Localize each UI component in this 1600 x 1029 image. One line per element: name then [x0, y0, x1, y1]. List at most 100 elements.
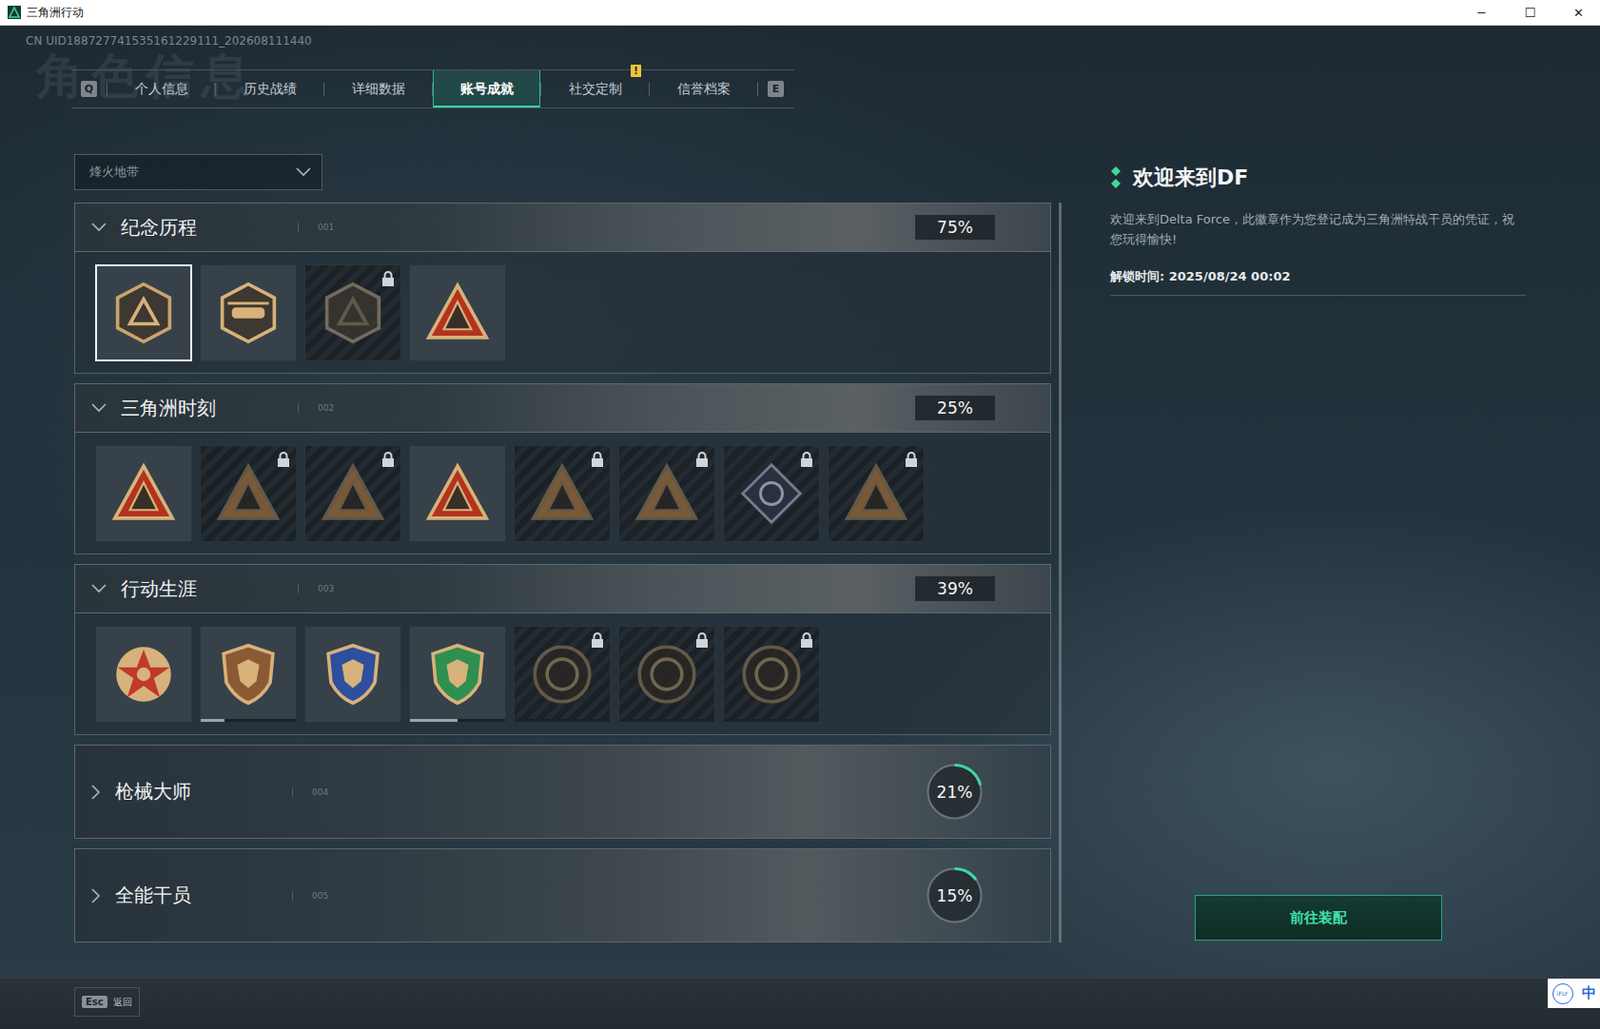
section-header[interactable]: 纪念历程00175% [74, 202, 1052, 253]
back-button[interactable]: Esc返回 [74, 987, 140, 1017]
section-percent: 25% [915, 395, 996, 421]
tab-bar: Q 个人信息历史战绩详细数据账号成就社交定制!信誉档案 E [71, 69, 795, 109]
badge-tile[interactable] [409, 625, 507, 723]
badge-tile[interactable] [304, 264, 402, 362]
lock-mark [800, 632, 814, 648]
lock-mark [800, 451, 814, 468]
badge-tile[interactable] [409, 264, 507, 362]
badge-progress-fill [200, 719, 225, 722]
badge-progress [200, 719, 296, 722]
badge-emblem-icon [318, 278, 388, 348]
achievement-section: 三角洲时刻00225% [74, 383, 1052, 555]
lock-icon [800, 632, 814, 648]
badge-tile[interactable] [304, 445, 402, 543]
badge-tile[interactable] [199, 445, 297, 543]
badge-tile[interactable] [304, 625, 402, 723]
section-header[interactable]: 三角洲时刻00225% [74, 383, 1052, 433]
badge-tile[interactable] [618, 625, 716, 723]
badge-emblem-icon [527, 459, 597, 528]
detail-panel: 欢迎来到DF欢迎来到Delta Force，此徽章作为您登记成为三角洲特战干员的… [1110, 154, 1526, 941]
scrollbar[interactable] [1058, 202, 1062, 943]
tab-divider [648, 82, 650, 97]
section-number: 003 [297, 584, 916, 594]
badge-progress [409, 719, 506, 722]
section-list: 纪念历程00175% 三角洲时刻00225% 行动生涯00339% 枪械大师00421… [74, 202, 1052, 943]
window-control[interactable]: ─ [1460, 5, 1503, 20]
tab[interactable]: 信誉档案 [649, 70, 758, 108]
badge-progress-fill [409, 719, 458, 722]
sections-area: 纪念历程00175% 三角洲时刻00225% 行动生涯00339% 枪械大师00421… [74, 202, 1074, 943]
section-percent: 75% [915, 214, 996, 240]
badge-tile[interactable] [95, 264, 193, 362]
badge-progress [619, 719, 715, 722]
badge-tile[interactable] [722, 445, 820, 543]
lock-icon [800, 451, 814, 468]
section-title: 纪念历程 [120, 214, 298, 241]
section-number: 004 [292, 787, 926, 798]
lock-mark [381, 271, 395, 287]
section-header[interactable]: 行动生涯00339% [74, 564, 1052, 614]
badge-emblem-icon [737, 459, 806, 528]
badge-tile[interactable] [199, 264, 297, 362]
game-logo-icon [7, 5, 21, 20]
ime-indicator[interactable]: iFLY中 [1547, 978, 1600, 1009]
badge-emblem-icon [214, 278, 283, 348]
badge-tile[interactable] [513, 445, 611, 543]
badge-tile[interactable] [827, 445, 925, 543]
section-header[interactable]: 枪械大师00421% [74, 744, 1052, 840]
section-percent: 39% [915, 576, 996, 602]
section-title: 全能干员 [115, 882, 293, 909]
tab[interactable]: 账号成就 [432, 70, 541, 108]
badge-tile[interactable] [199, 625, 297, 723]
prev-tab-key[interactable]: Q [80, 80, 98, 98]
lock-icon [276, 451, 291, 468]
badge-emblem-icon [318, 640, 388, 709]
tab[interactable]: 社交定制! [541, 70, 649, 108]
tab[interactable]: 详细数据 [324, 70, 432, 108]
badge-tile[interactable] [409, 445, 507, 543]
badge-emblem-icon [109, 278, 178, 348]
back-label: 返回 [113, 995, 133, 1010]
lock-mark [695, 632, 709, 648]
badge-emblem-icon [109, 640, 178, 709]
badge-row [74, 613, 1052, 736]
section-title: 三角洲时刻 [120, 395, 298, 422]
badge-emblem-icon [214, 459, 283, 528]
badge-emblem-icon [423, 459, 492, 528]
badge-tile[interactable] [722, 625, 820, 723]
detail-title-row: 欢迎来到DF [1110, 163, 1526, 193]
page-watermark: 角色信息 [36, 44, 257, 109]
section-title: 枪械大师 [115, 779, 293, 805]
window-control[interactable]: ✕ [1557, 5, 1600, 20]
next-tab-key[interactable]: E [767, 80, 784, 98]
window-title: 三角洲行动 [26, 4, 1455, 21]
chevron-down-icon [90, 583, 108, 595]
lock-icon [695, 632, 709, 648]
badge-emblem-icon [841, 459, 911, 528]
alert-badge: ! [630, 64, 642, 78]
tab[interactable]: 个人信息 [107, 70, 215, 108]
badge-tile[interactable] [95, 445, 193, 543]
content-row: 烽火地带纪念历程00175%三角洲时刻00225%行动生涯00339%枪械大师0… [0, 154, 1600, 978]
badge-emblem-icon [632, 640, 702, 709]
badge-tile[interactable] [618, 445, 716, 543]
equip-button[interactable]: 前往装配 [1194, 895, 1443, 941]
badge-tile[interactable] [513, 625, 611, 723]
tab-divider [757, 82, 759, 97]
chevron-right-icon [90, 783, 102, 801]
section-header[interactable]: 全能干员00515% [74, 848, 1052, 943]
badge-tile[interactable] [95, 625, 193, 723]
game-window: 三角洲行动─☐✕角色信息CN UID188727741535161229111_… [0, 0, 1600, 1029]
progress-ring: 15% [925, 866, 984, 925]
lock-icon [590, 451, 605, 468]
tab[interactable]: 历史战绩 [215, 70, 324, 108]
window-control[interactable]: ☐ [1508, 5, 1552, 20]
section-number: 002 [297, 403, 916, 413]
achievement-section: 行动生涯00339% [74, 564, 1052, 736]
lock-icon [381, 271, 395, 287]
mode-dropdown[interactable]: 烽火地带 [74, 154, 323, 191]
achievement-column: 烽火地带纪念历程00175%三角洲时刻00225%行动生涯00339%枪械大师0… [74, 154, 1074, 947]
badge-emblem-icon [737, 640, 806, 709]
tab-divider [214, 82, 216, 97]
chevron-down-icon [294, 166, 313, 178]
